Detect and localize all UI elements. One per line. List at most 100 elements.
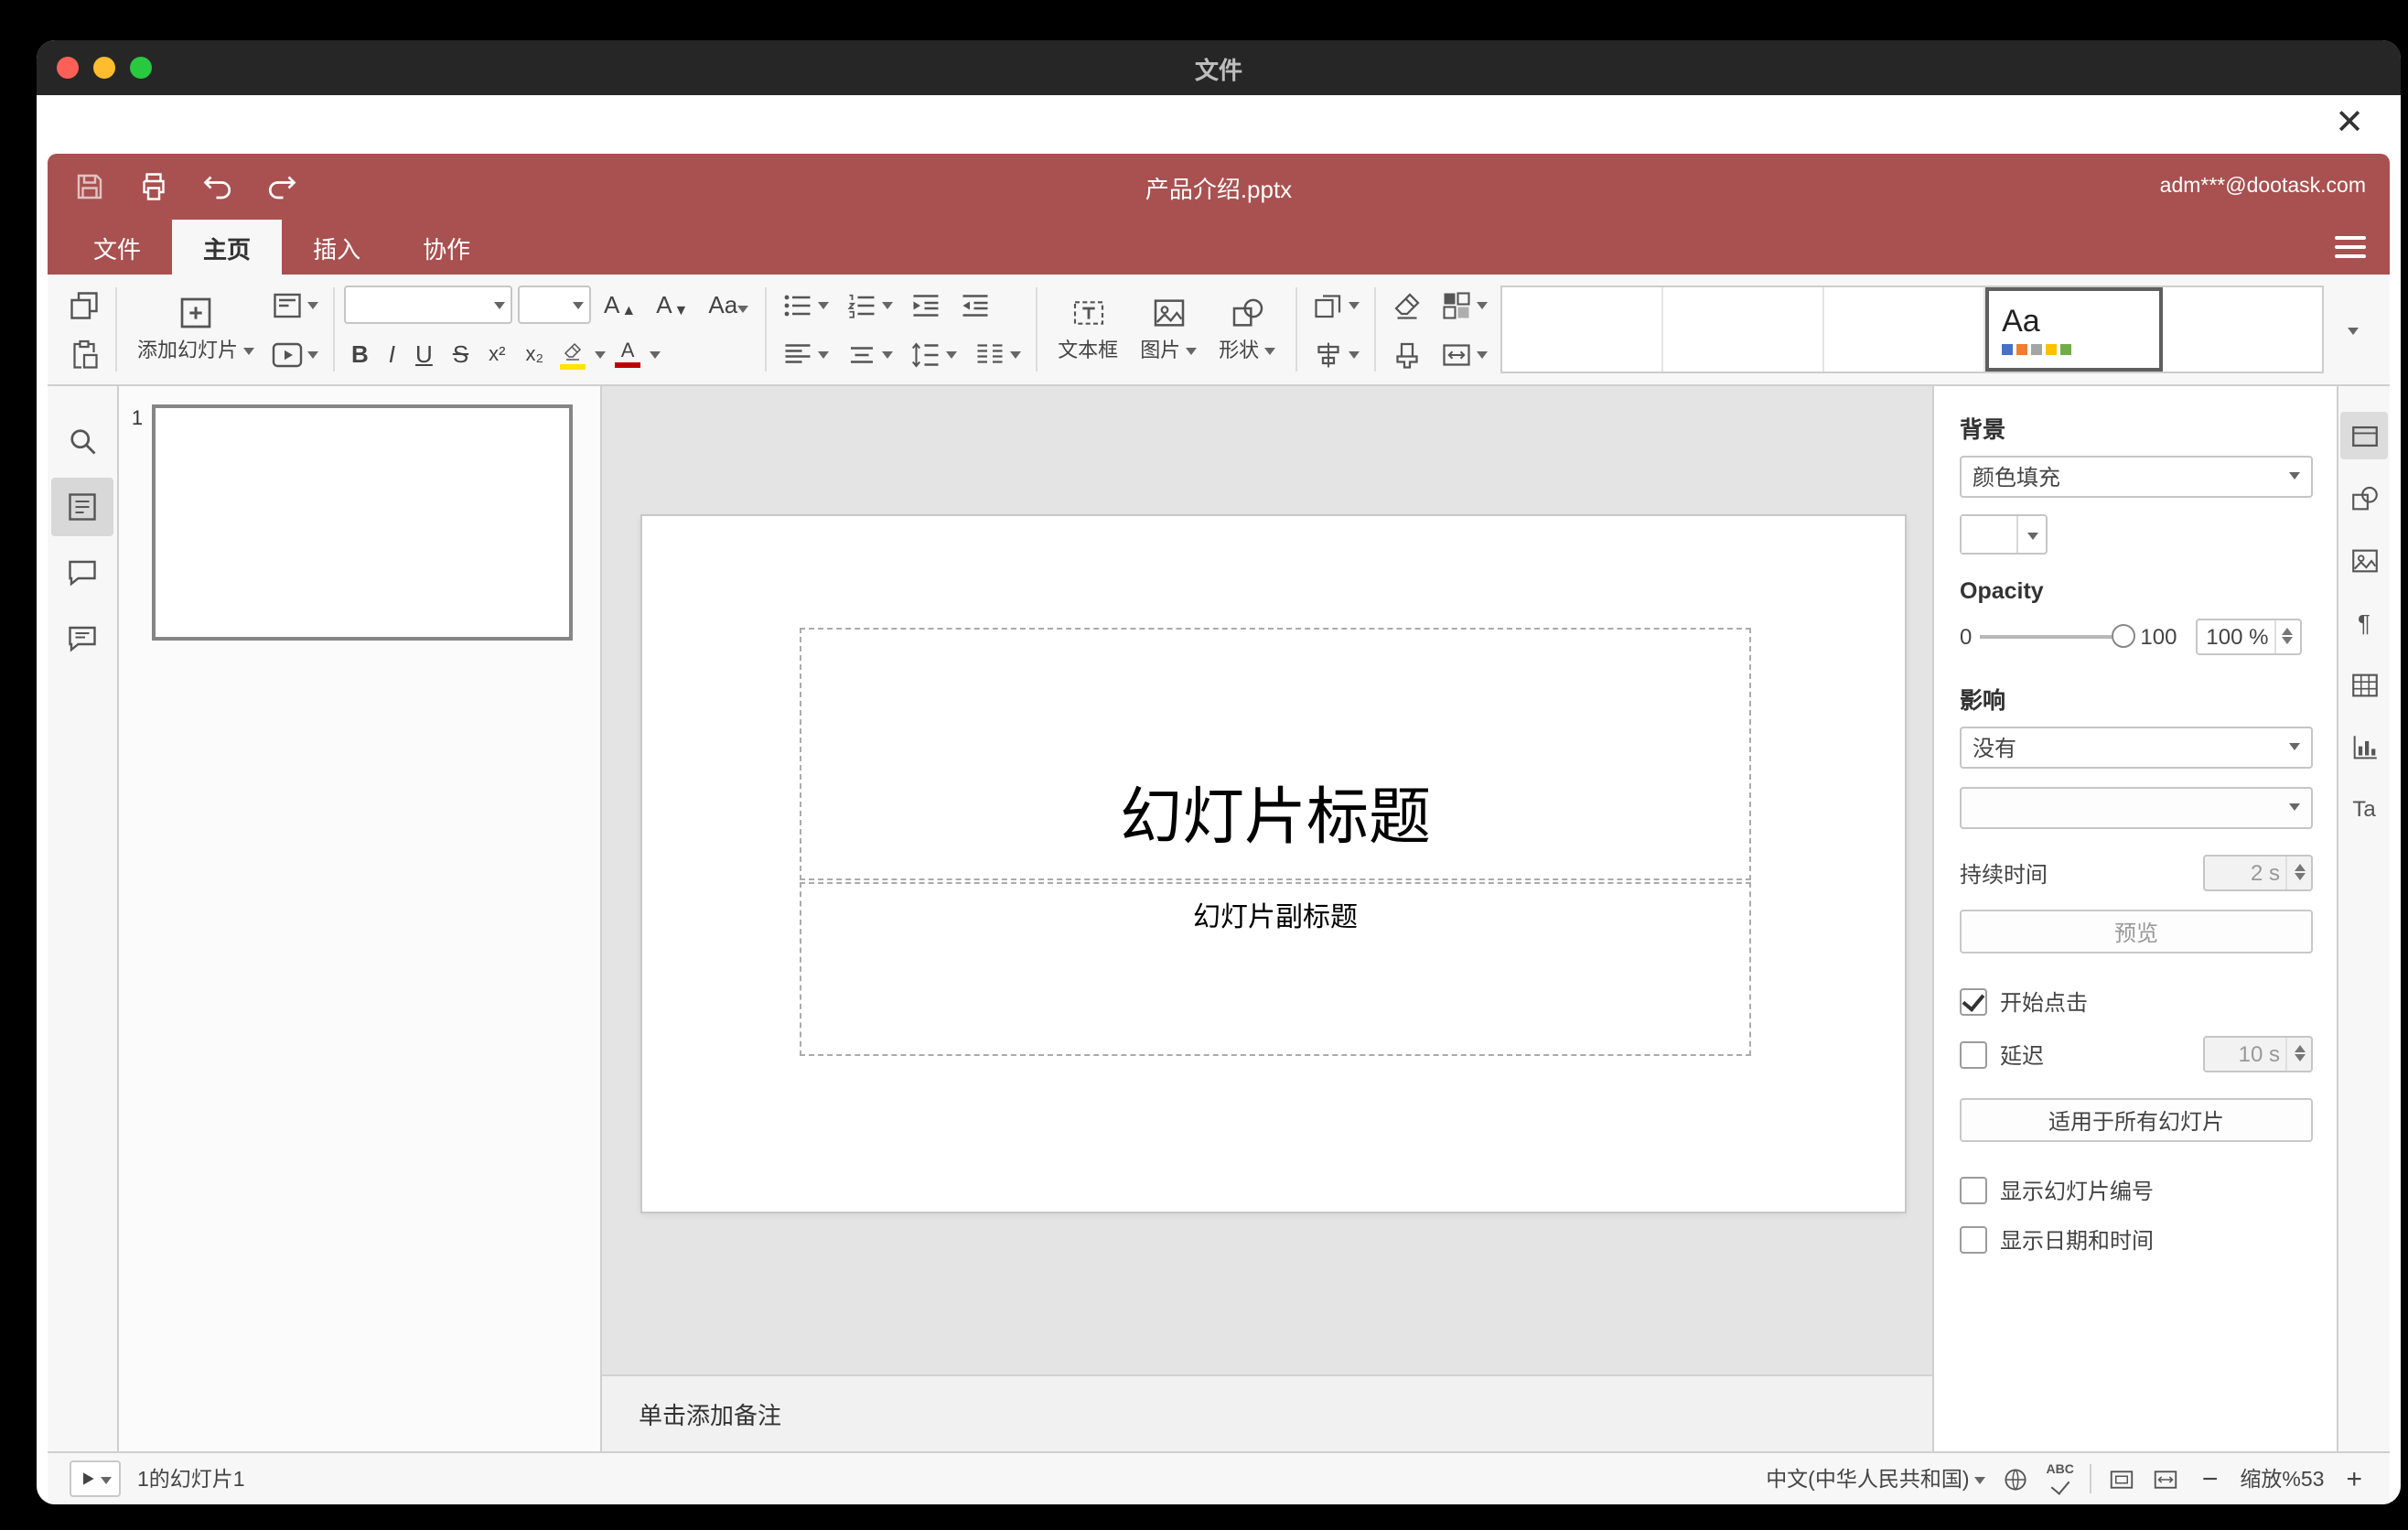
- redo-icon[interactable]: [265, 170, 298, 203]
- strikethrough-button[interactable]: S: [446, 339, 476, 370]
- add-slide-button[interactable]: 添加幻灯片: [126, 291, 265, 368]
- menu-icon[interactable]: [2335, 236, 2366, 264]
- clear-style-button[interactable]: [1385, 286, 1429, 323]
- copy-style-button[interactable]: [1385, 336, 1429, 372]
- subscript-button[interactable]: x₂: [519, 341, 552, 367]
- zoom-out-button[interactable]: −: [2197, 1463, 2224, 1494]
- theme-option[interactable]: [1824, 287, 1986, 372]
- spinner-arrows-icon[interactable]: [2274, 620, 2299, 653]
- show-date-time-checkbox[interactable]: [1960, 1226, 1987, 1254]
- change-case-button[interactable]: Aa: [701, 289, 756, 320]
- save-icon[interactable]: [73, 170, 106, 203]
- apply-to-all-slides-button[interactable]: 适用于所有幻灯片: [1960, 1098, 2313, 1142]
- paragraph-settings-button[interactable]: ¶: [2340, 598, 2388, 646]
- increase-indent-button[interactable]: [953, 286, 997, 323]
- language-selector[interactable]: 中文(中华人民共和国): [1766, 1464, 1986, 1493]
- close-button[interactable]: ✕: [2327, 102, 2371, 146]
- textart-settings-button[interactable]: Ta: [2340, 785, 2388, 833]
- horizontal-align-button[interactable]: [776, 336, 834, 372]
- undo-icon[interactable]: [201, 170, 234, 203]
- chat-button[interactable]: [51, 609, 113, 668]
- effect-option-select[interactable]: [1960, 787, 2313, 829]
- spinner-arrows-icon[interactable]: [2285, 857, 2311, 889]
- increase-font-button[interactable]: A ▲: [597, 289, 643, 320]
- numbering-button[interactable]: [840, 286, 898, 323]
- font-size-combo[interactable]: [518, 286, 591, 324]
- opacity-spinbox[interactable]: 100 %: [2195, 619, 2302, 655]
- chevron-down-icon[interactable]: [650, 351, 661, 364]
- tab-insert[interactable]: 插入: [282, 220, 392, 275]
- insert-textbox-button[interactable]: 文本框: [1047, 291, 1129, 368]
- highlight-color-button[interactable]: [556, 338, 589, 371]
- chevron-down-icon[interactable]: [595, 351, 607, 364]
- document-language-button[interactable]: [2003, 1465, 2030, 1492]
- theme-option-selected[interactable]: Aa: [1985, 287, 2164, 372]
- print-icon[interactable]: [137, 170, 170, 203]
- opacity-slider[interactable]: [1979, 624, 2135, 650]
- theme-option[interactable]: [1663, 287, 1825, 372]
- comments-button[interactable]: [51, 544, 113, 602]
- font-color-button[interactable]: A: [611, 339, 644, 369]
- background-fill-select[interactable]: 颜色填充: [1960, 456, 2313, 498]
- preview-button[interactable]: 预览: [1960, 910, 2313, 954]
- slide[interactable]: 幻灯片标题 幻灯片副标题: [642, 516, 1905, 1212]
- start-slideshow-button[interactable]: [265, 336, 324, 372]
- tab-file[interactable]: 文件: [62, 220, 172, 275]
- theme-option[interactable]: [2163, 287, 2323, 372]
- font-name-combo[interactable]: [344, 286, 512, 324]
- decrease-indent-button[interactable]: [904, 286, 948, 323]
- effect-select[interactable]: 没有: [1960, 727, 2313, 769]
- fullscreen-traffic-light[interactable]: [130, 57, 152, 79]
- table-settings-button[interactable]: [2340, 661, 2388, 708]
- spinner-arrows-icon[interactable]: [2285, 1038, 2311, 1071]
- copy-button[interactable]: [62, 286, 106, 323]
- fit-width-button[interactable]: [2153, 1465, 2180, 1492]
- slide-thumbnail[interactable]: [152, 404, 573, 641]
- align-shape-button[interactable]: [1306, 336, 1365, 372]
- fit-slide-button[interactable]: [2109, 1465, 2136, 1492]
- arrange-shape-button[interactable]: [1306, 286, 1365, 323]
- columns-button[interactable]: [968, 336, 1027, 372]
- subtitle-placeholder[interactable]: 幻灯片副标题: [800, 882, 1751, 1056]
- image-settings-button[interactable]: [2340, 536, 2388, 584]
- insert-shape-button[interactable]: 形状: [1208, 291, 1286, 368]
- close-traffic-light[interactable]: [57, 57, 79, 79]
- theme-option[interactable]: [1502, 287, 1664, 372]
- shape-settings-button[interactable]: [2340, 474, 2388, 522]
- show-slide-number-checkbox[interactable]: [1960, 1177, 1987, 1204]
- slide-number-label: 1: [131, 408, 144, 430]
- slide-canvas[interactable]: 幻灯片标题 幻灯片副标题: [602, 386, 1932, 1374]
- zoom-in-button[interactable]: +: [2340, 1463, 2368, 1494]
- slide-size-button[interactable]: [1435, 336, 1493, 372]
- search-button[interactable]: [51, 412, 113, 470]
- slides-panel-button[interactable]: [51, 478, 113, 536]
- duration-spinbox[interactable]: 2 s: [2203, 855, 2313, 891]
- tab-home[interactable]: 主页: [172, 220, 283, 275]
- notes-area[interactable]: 单击添加备注: [602, 1374, 1932, 1451]
- delay-checkbox[interactable]: [1960, 1040, 1987, 1068]
- slide-layout-button[interactable]: [265, 286, 324, 323]
- minimize-traffic-light[interactable]: [93, 57, 115, 79]
- italic-button[interactable]: I: [382, 339, 403, 370]
- line-spacing-button[interactable]: [904, 336, 962, 372]
- delay-spinbox[interactable]: 10 s: [2203, 1036, 2313, 1072]
- fill-color-select[interactable]: [1960, 514, 2048, 555]
- vertical-align-button[interactable]: [840, 336, 898, 372]
- insert-image-button[interactable]: 图片: [1129, 291, 1208, 368]
- underline-button[interactable]: U: [408, 339, 440, 370]
- start-slideshow-status-button[interactable]: [70, 1460, 121, 1497]
- tab-collaboration[interactable]: 协作: [392, 220, 501, 275]
- paste-button[interactable]: [62, 336, 106, 372]
- title-placeholder[interactable]: 幻灯片标题: [800, 628, 1751, 880]
- theme-gallery-expand-button[interactable]: [2331, 319, 2375, 339]
- slider-knob[interactable]: [2111, 624, 2135, 648]
- color-scheme-button[interactable]: [1435, 286, 1493, 323]
- decrease-font-button[interactable]: A ▼: [649, 289, 695, 320]
- superscript-button[interactable]: x²: [481, 341, 512, 367]
- spellcheck-button[interactable]: ABC: [2047, 1463, 2074, 1494]
- bullets-button[interactable]: [776, 286, 834, 323]
- chart-settings-button[interactable]: [2340, 723, 2388, 770]
- bold-button[interactable]: B: [344, 339, 376, 370]
- start-on-click-checkbox[interactable]: [1960, 988, 1987, 1016]
- slide-settings-button[interactable]: [2340, 412, 2388, 459]
